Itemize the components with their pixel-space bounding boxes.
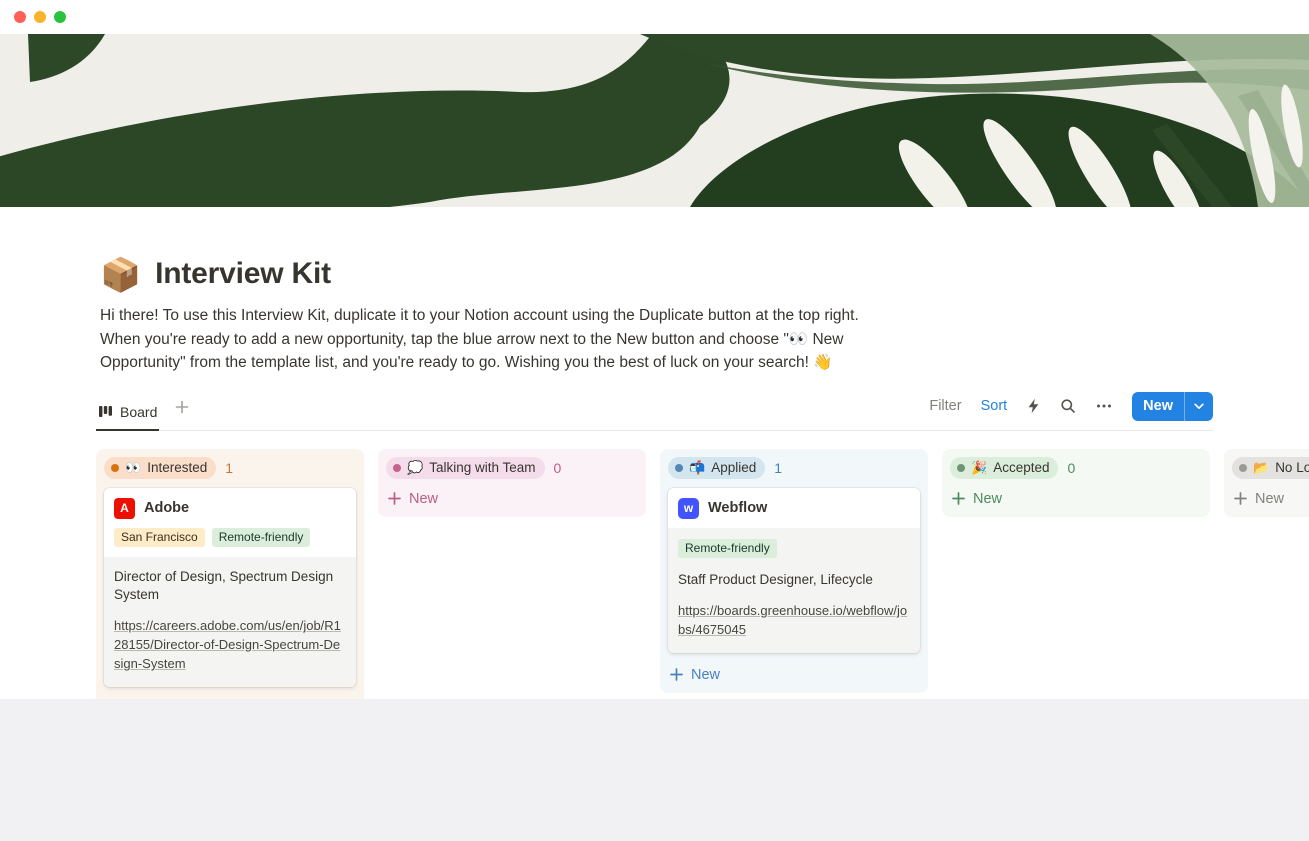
search-icon bbox=[1060, 398, 1076, 414]
tab-board-view[interactable]: Board bbox=[96, 398, 159, 431]
page-icon[interactable]: 📦 bbox=[100, 258, 141, 291]
plus-icon bbox=[952, 492, 965, 505]
plus-icon bbox=[670, 668, 683, 681]
card-title: Webflow bbox=[708, 500, 767, 516]
card-adobe[interactable]: A Adobe San Francisco Remote-friendly Di… bbox=[104, 488, 356, 687]
page-description[interactable]: Hi there! To use this Interview Kit, dup… bbox=[100, 304, 875, 375]
board-column-no-longer-interested: 📂 No Longer Interested New bbox=[1224, 449, 1309, 517]
folder-emoji-icon: 📂 bbox=[1253, 461, 1269, 474]
board-icon bbox=[98, 404, 113, 419]
plus-icon bbox=[1234, 492, 1247, 505]
status-pill: 📂 No Longer Interested bbox=[1232, 457, 1309, 479]
card-tags: San Francisco Remote-friendly bbox=[104, 528, 356, 557]
new-card-label: New bbox=[691, 667, 720, 683]
add-view-button[interactable] bbox=[171, 400, 193, 427]
new-card-label: New bbox=[1255, 491, 1284, 507]
card-count: 1 bbox=[774, 460, 782, 476]
status-dot-icon bbox=[957, 464, 965, 472]
window-background bbox=[0, 699, 1309, 841]
kanban-board: 👀 Interested 1 A Adobe San Francisco Rem… bbox=[96, 449, 1309, 727]
job-title-text: Director of Design, Spectrum Design Syst… bbox=[114, 568, 346, 604]
filter-button[interactable]: Filter bbox=[929, 398, 961, 414]
card-preview-panel: Remote-friendly Staff Product Designer, … bbox=[668, 528, 920, 653]
status-pill: 👀 Interested bbox=[104, 457, 216, 479]
status-dot-icon bbox=[675, 464, 683, 472]
tab-board-label: Board bbox=[120, 404, 157, 420]
column-label: Accepted bbox=[993, 460, 1049, 475]
column-header[interactable]: 📂 No Longer Interested bbox=[1232, 454, 1309, 485]
card-tags: Remote-friendly bbox=[678, 539, 910, 558]
adobe-logo-icon: A bbox=[114, 498, 135, 519]
new-card-button[interactable]: New bbox=[950, 485, 1202, 512]
status-pill: 💭 Talking with Team bbox=[386, 457, 545, 479]
new-card-label: New bbox=[409, 491, 438, 507]
party-popper-emoji-icon: 🎉 bbox=[971, 461, 987, 474]
new-card-button[interactable]: New bbox=[1232, 485, 1309, 512]
toolbar-controls: Filter Sort New bbox=[929, 392, 1213, 430]
new-card-button[interactable]: New bbox=[668, 661, 920, 688]
column-header[interactable]: 🎉 Accepted 0 bbox=[950, 454, 1202, 485]
more-options-button[interactable] bbox=[1095, 398, 1113, 414]
job-url-link[interactable]: https://careers.adobe.com/us/en/job/R128… bbox=[114, 617, 346, 674]
status-pill: 📬 Applied bbox=[668, 457, 765, 479]
page-cover-image[interactable] bbox=[0, 34, 1309, 207]
minimize-window-button[interactable] bbox=[34, 11, 46, 23]
job-url-link[interactable]: https://boards.greenhouse.io/webflow/job… bbox=[678, 602, 910, 640]
card-count: 0 bbox=[554, 460, 562, 476]
close-window-button[interactable] bbox=[14, 11, 26, 23]
tag-remote-friendly: Remote-friendly bbox=[678, 539, 777, 558]
notion-window: 📦 Interview Kit Hi there! To use this In… bbox=[0, 0, 1309, 841]
sort-button[interactable]: Sort bbox=[981, 398, 1008, 414]
zoom-window-button[interactable] bbox=[54, 11, 66, 23]
tag-remote-friendly: Remote-friendly bbox=[212, 528, 311, 547]
new-card-button[interactable]: New bbox=[386, 485, 638, 512]
automations-button[interactable] bbox=[1026, 398, 1041, 414]
eyes-emoji-icon: 👀 bbox=[125, 461, 141, 474]
view-tabs: Board bbox=[96, 398, 193, 430]
plus-icon bbox=[388, 492, 401, 505]
card-webflow[interactable]: w Webflow Remote-friendly Staff Product … bbox=[668, 488, 920, 653]
column-header[interactable]: 💭 Talking with Team 0 bbox=[386, 454, 638, 485]
column-header[interactable]: 👀 Interested 1 bbox=[104, 454, 356, 485]
tag-san-francisco: San Francisco bbox=[114, 528, 205, 547]
status-dot-icon bbox=[393, 464, 401, 472]
card-title-row: A Adobe bbox=[104, 488, 356, 528]
card-count: 1 bbox=[225, 460, 233, 476]
page-header: 📦 Interview Kit bbox=[100, 257, 1309, 291]
status-dot-icon bbox=[1239, 464, 1247, 472]
job-title-text: Staff Product Designer, Lifecycle bbox=[678, 571, 910, 589]
card-title-row: w Webflow bbox=[668, 488, 920, 528]
thought-balloon-emoji-icon: 💭 bbox=[407, 461, 423, 474]
page-title[interactable]: Interview Kit bbox=[155, 257, 331, 291]
chevron-down-icon bbox=[1194, 403, 1204, 410]
column-header[interactable]: 📬 Applied 1 bbox=[668, 454, 920, 485]
new-record-button[interactable]: New bbox=[1132, 392, 1184, 421]
new-record-split-button: New bbox=[1132, 392, 1213, 421]
new-record-dropdown-button[interactable] bbox=[1184, 392, 1213, 421]
search-button[interactable] bbox=[1060, 398, 1076, 414]
card-count: 0 bbox=[1067, 460, 1075, 476]
more-icon bbox=[1095, 398, 1113, 414]
view-toolbar: Board Filter Sort bbox=[96, 392, 1213, 431]
column-label: Talking with Team bbox=[429, 460, 535, 475]
card-preview-panel: Director of Design, Spectrum Design Syst… bbox=[104, 557, 356, 687]
webflow-logo-icon: w bbox=[678, 498, 699, 519]
status-pill: 🎉 Accepted bbox=[950, 457, 1058, 479]
status-dot-icon bbox=[111, 464, 119, 472]
add-view-icon bbox=[175, 400, 189, 414]
lightning-icon bbox=[1026, 398, 1041, 414]
monstera-leaves-illustration bbox=[0, 34, 1309, 207]
board-column-interested: 👀 Interested 1 A Adobe San Francisco Rem… bbox=[96, 449, 364, 727]
column-label: Applied bbox=[711, 460, 756, 475]
board-column-accepted: 🎉 Accepted 0 New bbox=[942, 449, 1210, 517]
board-column-applied: 📬 Applied 1 w Webflow Remote-friendly St… bbox=[660, 449, 928, 693]
mailbox-emoji-icon: 📬 bbox=[689, 461, 705, 474]
board-column-talking-with-team: 💭 Talking with Team 0 New bbox=[378, 449, 646, 517]
column-label: Interested bbox=[147, 460, 207, 475]
window-titlebar bbox=[0, 0, 1309, 34]
column-label: No Longer Interested bbox=[1275, 460, 1309, 475]
card-title: Adobe bbox=[144, 500, 189, 516]
new-card-label: New bbox=[973, 491, 1002, 507]
